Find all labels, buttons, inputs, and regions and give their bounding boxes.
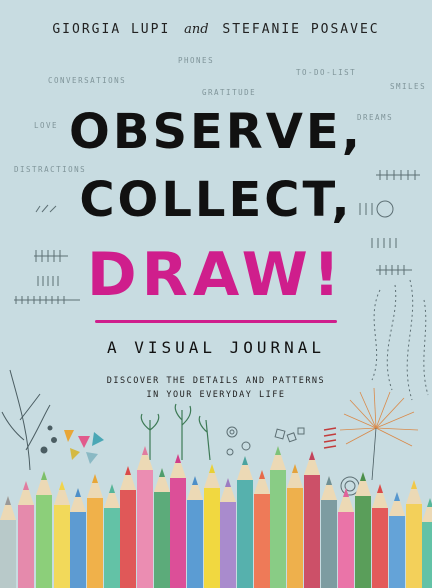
tagline-line-1: DISCOVER THE DETAILS AND PATTERNS (106, 376, 326, 386)
author-conjunction: and (184, 22, 209, 37)
book-cover: GIORGIA LUPI and STEFANIE POSAVEC PHONES… (0, 0, 432, 588)
author-names: GIORGIA LUPI and STEFANIE POSAVEC (0, 22, 432, 37)
subtitle: A VISUAL JOURNAL (106, 338, 326, 357)
tagline-line-2: IN YOUR EVERYDAY LIFE (146, 390, 286, 400)
word-conversations: CONVERSATIONS (48, 76, 127, 85)
title-underline (95, 320, 337, 323)
word-to-do-list: TO-DO-LIST (296, 68, 357, 77)
word-smiles: SMILES (390, 82, 427, 91)
tagline: DISCOVER THE DETAILS AND PATTERNS IN YOU… (0, 374, 432, 402)
pencils (0, 446, 432, 588)
title-line-observe: OBSERVE, (69, 104, 363, 160)
word-phones: PHONES (178, 56, 215, 65)
title-line-draw: DRAW! (86, 240, 346, 310)
word-gratitude: GRATITUDE (202, 88, 257, 97)
author-second: STEFANIE POSAVEC (222, 22, 380, 37)
author-first: GIORGIA LUPI (52, 22, 171, 37)
title-line-collect: COLLECT, (79, 172, 353, 228)
